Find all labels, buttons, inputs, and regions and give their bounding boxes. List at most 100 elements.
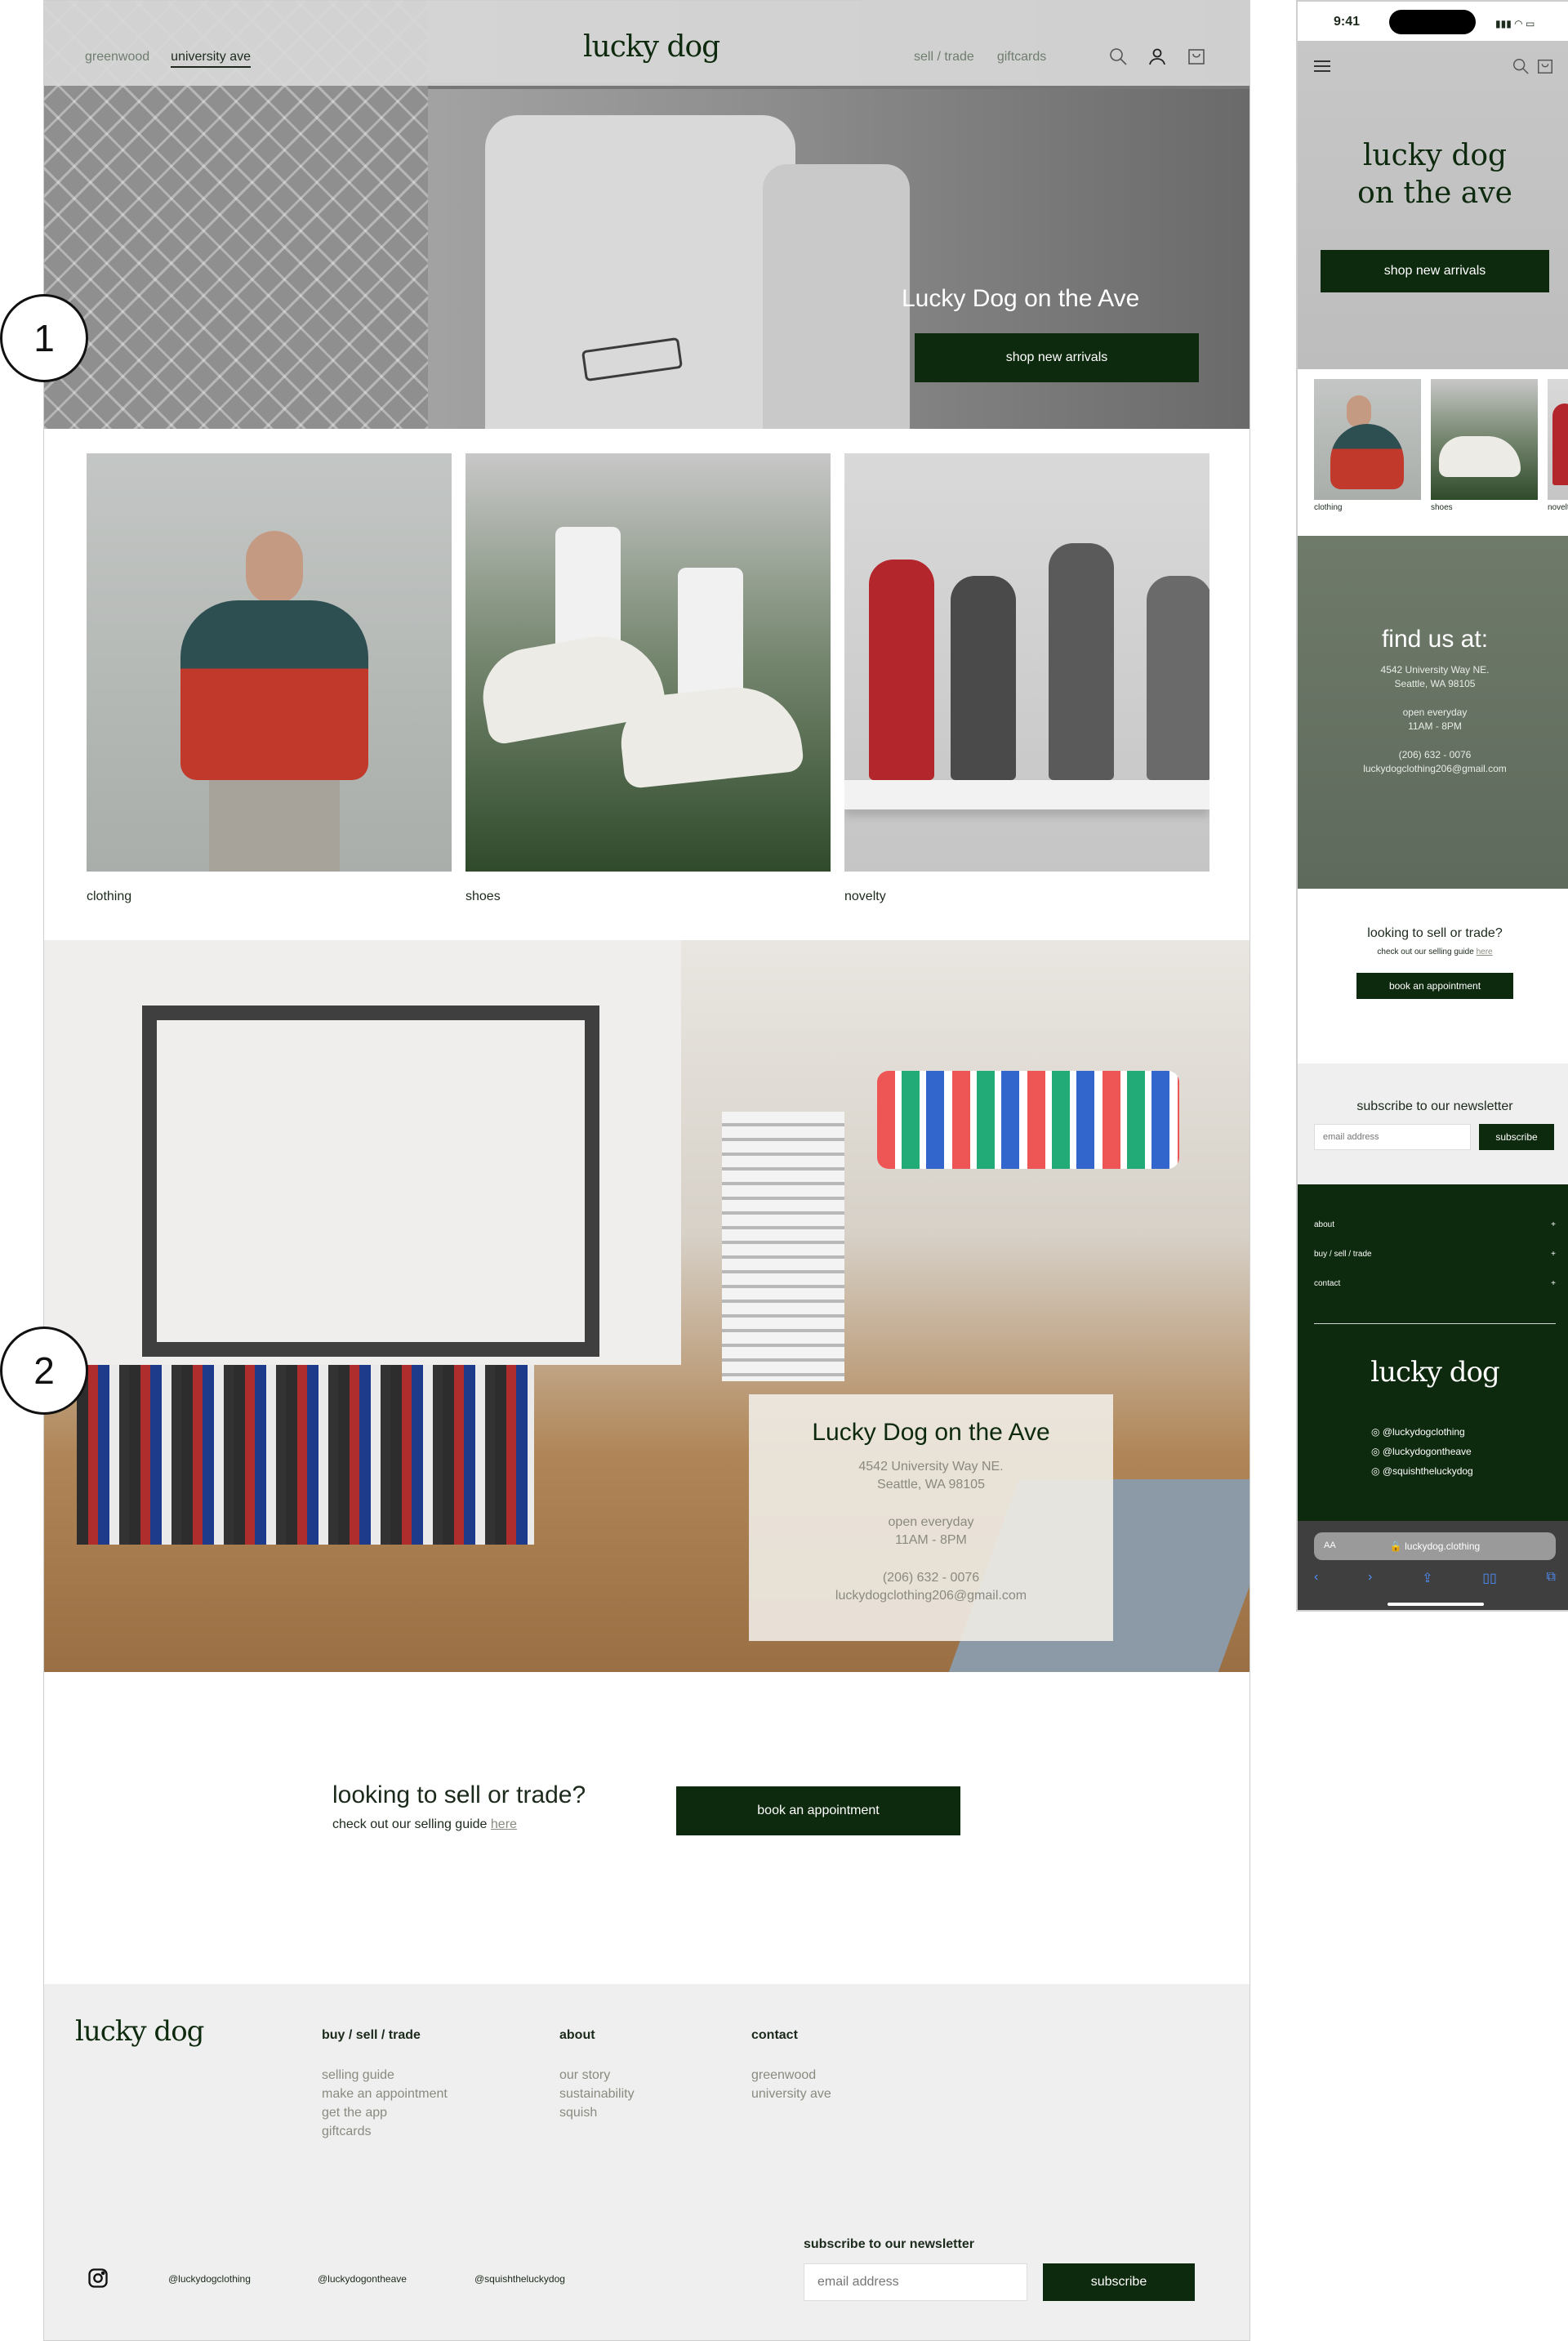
accordion-about[interactable]: about + — [1314, 1220, 1556, 1229]
footer-brand-logo[interactable]: lucky dog — [75, 2015, 204, 2048]
mobile-sell-trade-section: looking to sell or trade? check out our … — [1298, 926, 1568, 999]
mobile-hero-title: lucky dog on the ave — [1357, 139, 1512, 210]
instagram-handle[interactable]: @squishtheluckydog — [474, 2273, 565, 2285]
instagram-handle[interactable]: ◎ @luckydogclothing — [1371, 1426, 1465, 1438]
menu-icon[interactable] — [1314, 60, 1330, 72]
footer-link[interactable]: giftcards — [322, 2122, 448, 2141]
mobile-find-us-section: find us at: 4542 University Way NE. Seat… — [1298, 536, 1568, 889]
plus-icon: + — [1551, 1250, 1556, 1259]
cart-icon[interactable] — [1536, 57, 1554, 75]
store-email[interactable]: luckydogclothing206@gmail.com — [749, 1587, 1113, 1605]
footer-link[interactable]: get the app — [322, 2103, 448, 2122]
store-email[interactable]: luckydogclothing206@gmail.com — [1298, 762, 1568, 776]
back-icon[interactable]: ‹ — [1314, 1570, 1318, 1586]
category-card-clothing[interactable]: clothing — [1314, 379, 1421, 512]
instagram-icon[interactable] — [87, 2267, 109, 2290]
tabs-icon[interactable]: ⧉ — [1547, 1570, 1556, 1586]
accordion-buy-sell-trade[interactable]: buy / sell / trade + — [1314, 1250, 1556, 1259]
store-hours-line2: 11AM - 8PM — [895, 1533, 967, 1547]
search-icon[interactable] — [1108, 47, 1128, 66]
category-card-shoes[interactable]: shoes — [466, 453, 831, 904]
share-icon[interactable]: ⇪ — [1422, 1570, 1432, 1586]
footer-link[interactable]: our story — [559, 2066, 635, 2085]
hero-shirt-image — [485, 115, 795, 429]
accordion-contact[interactable]: contact + — [1314, 1279, 1556, 1288]
newsletter-email-input[interactable] — [1314, 1124, 1471, 1150]
store-address-line2: Seattle, WA 98105 — [877, 1478, 985, 1492]
store-photo-section: Lucky Dog on the Ave 4542 University Way… — [44, 940, 1250, 1672]
instagram-handle[interactable]: ◎ @luckydogontheave — [1371, 1446, 1472, 1457]
category-label[interactable]: shoes — [466, 890, 831, 904]
book-appointment-button[interactable]: book an appointment — [676, 1786, 960, 1835]
selling-guide-link[interactable]: here — [1477, 948, 1493, 956]
footer-col-contact: contact greenwood university ave — [751, 2028, 831, 2103]
sell-trade-section: looking to sell or trade? check out our … — [332, 1781, 586, 1832]
category-label[interactable]: novelty — [844, 890, 1209, 904]
store-phone[interactable]: (206) 632 - 0076 — [749, 1569, 1113, 1587]
store-hours-line1: open everyday — [888, 1515, 974, 1529]
browser-toolbar: 🔒 luckydog.clothing AA ‹ › ⇪ ▯▯ ⧉ — [1298, 1521, 1568, 1610]
category-card-clothing[interactable]: clothing — [87, 453, 452, 904]
status-time: 9:41 — [1334, 15, 1361, 29]
shop-new-arrivals-button[interactable]: shop new arrivals — [915, 333, 1199, 382]
plus-icon: + — [1551, 1220, 1556, 1229]
newsletter-heading: subscribe to our newsletter — [804, 2237, 974, 2251]
forward-icon[interactable]: › — [1368, 1570, 1372, 1586]
footer-col-about: about our story sustainability squish — [559, 2028, 635, 2122]
brand-logo[interactable]: lucky dog — [583, 30, 720, 64]
text-size-button[interactable]: AA — [1324, 1541, 1336, 1550]
store-phone[interactable]: (206) 632 - 0076 — [1298, 748, 1568, 762]
footer-brand-logo[interactable]: lucky dog — [1298, 1356, 1568, 1389]
newsletter-email-input[interactable] — [804, 2263, 1027, 2301]
store-title: Lucky Dog on the Ave — [812, 1419, 1050, 1446]
footer-link[interactable]: selling guide — [322, 2066, 448, 2085]
store-address-line1: 4542 University Way NE. — [858, 1460, 1004, 1474]
store-info-card: Lucky Dog on the Ave 4542 University Way… — [749, 1394, 1113, 1641]
status-bar: 9:41 ▮▮▮ ◠ ▭ — [1298, 2, 1568, 41]
search-icon[interactable] — [1512, 57, 1530, 75]
category-card-shoes[interactable]: shoes — [1431, 379, 1538, 512]
footer: lucky dog buy / sell / trade selling gui… — [44, 1984, 1250, 2340]
category-card-novelty[interactable]: novelty — [844, 453, 1209, 904]
nav-university-ave[interactable]: university ave — [171, 50, 251, 68]
top-navigation: greenwood university ave lucky dog sell … — [44, 1, 1250, 86]
instagram-handle[interactable]: ◎ @squishtheluckydog — [1371, 1465, 1473, 1477]
mobile-newsletter: subscribe to our newsletter subscribe — [1298, 1063, 1568, 1184]
subscribe-button[interactable]: subscribe — [1479, 1124, 1554, 1150]
mobile-mockup: 9:41 ▮▮▮ ◠ ▭ lucky dog on the ave shop n… — [1296, 0, 1568, 1612]
cart-icon[interactable] — [1187, 47, 1206, 66]
lock-icon: 🔒 — [1389, 1541, 1402, 1552]
sell-question: looking to sell or trade? — [332, 1781, 586, 1808]
annotation-badge-1: 1 — [0, 294, 88, 382]
category-grid: clothing shoes novelty — [87, 453, 1209, 904]
footer-link[interactable]: squish — [559, 2103, 635, 2122]
footer-link[interactable]: greenwood — [751, 2066, 831, 2085]
instagram-handle[interactable]: @luckydogontheave — [318, 2273, 407, 2285]
nav-greenwood[interactable]: greenwood — [85, 50, 149, 68]
clothing-image[interactable] — [87, 453, 452, 872]
nav-giftcards[interactable]: giftcards — [997, 50, 1046, 65]
book-appointment-button[interactable]: book an appointment — [1356, 973, 1513, 999]
address-bar[interactable]: 🔒 luckydog.clothing — [1314, 1532, 1556, 1560]
bookmarks-icon[interactable]: ▯▯ — [1482, 1570, 1497, 1586]
instagram-handle[interactable]: @luckydogclothing — [168, 2273, 251, 2285]
footer-link[interactable]: make an appointment — [322, 2085, 448, 2103]
account-icon[interactable] — [1147, 47, 1167, 66]
shoes-image[interactable] — [466, 453, 831, 872]
hero-banner: greenwood university ave lucky dog sell … — [44, 1, 1250, 429]
mobile-hero: lucky dog on the ave shop new arrivals — [1298, 41, 1568, 369]
desktop-mockup: greenwood university ave lucky dog sell … — [43, 0, 1250, 2341]
mobile-category-carousel: clothing shoes novelt — [1314, 379, 1568, 512]
mobile-footer: about + buy / sell / trade + contact + luck… — [1298, 1184, 1568, 1521]
shop-new-arrivals-button[interactable]: shop new arrivals — [1321, 250, 1549, 292]
dynamic-island — [1389, 10, 1476, 34]
footer-link[interactable]: sustainability — [559, 2085, 635, 2103]
nav-sell-trade[interactable]: sell / trade — [914, 50, 974, 65]
selling-guide-link[interactable]: here — [491, 1817, 517, 1831]
category-card-novelty[interactable]: novelt — [1548, 379, 1568, 512]
subscribe-button[interactable]: subscribe — [1043, 2263, 1195, 2301]
category-label[interactable]: clothing — [87, 890, 452, 904]
footer-link[interactable]: university ave — [751, 2085, 831, 2103]
novelty-image[interactable] — [844, 453, 1209, 872]
hero-title: Lucky Dog on the Ave — [902, 285, 1140, 312]
